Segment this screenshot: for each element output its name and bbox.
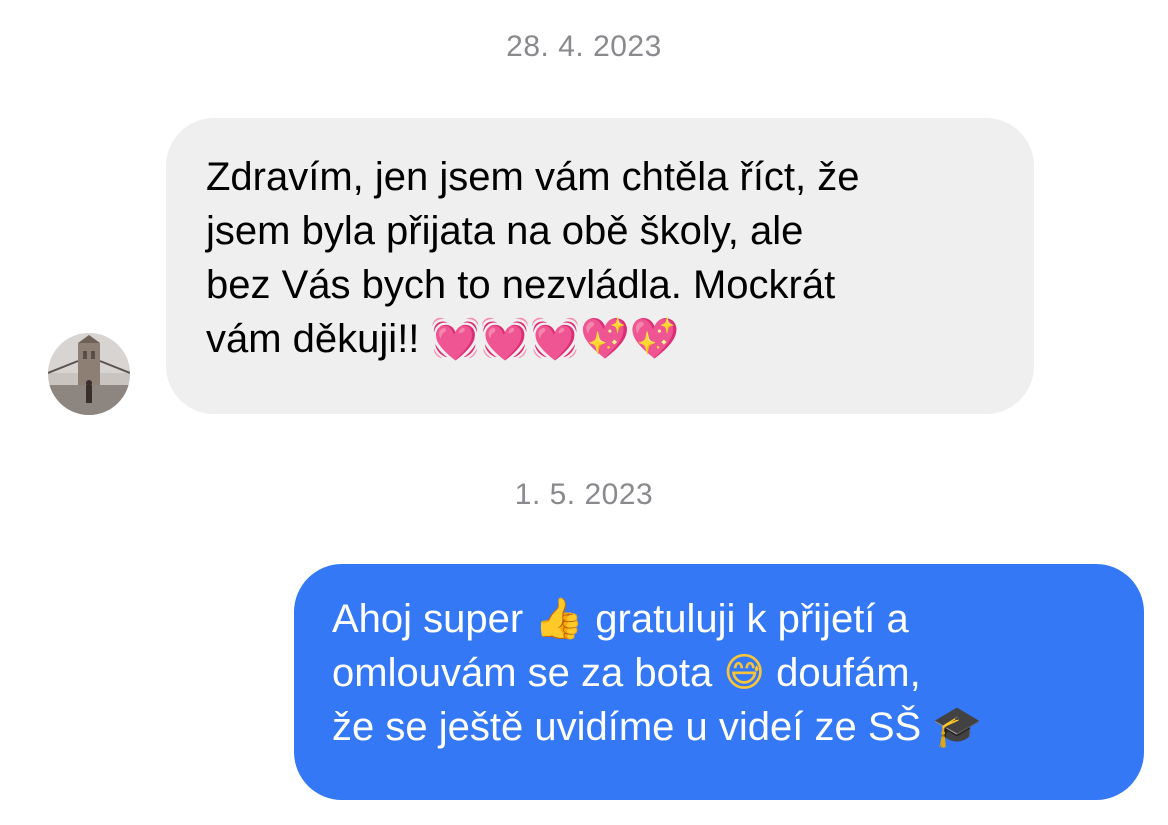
message-text-line: Ahoj super 👍 gratuluji k přijetí a — [332, 592, 1106, 646]
message-text: Ahoj super — [332, 597, 524, 641]
message-text: vám děkuji!! — [206, 317, 420, 361]
message-text: že se ještě uvidíme u videí ze SŠ — [332, 705, 922, 749]
message-text-line: omlouvám se za bota 😅 doufám, — [332, 646, 1106, 700]
message-text-line: jsem byla přijata na obě školy, ale — [206, 209, 804, 253]
avatar[interactable] — [48, 333, 130, 415]
message-text-line: Zdravím, jen jsem vám chtěla říct, že — [206, 155, 860, 199]
heart-emoji-icon: 💓💓💓💖💖 — [430, 316, 680, 362]
date-separator: 28. 4. 2023 — [506, 30, 662, 63]
sweat-smile-emoji-icon: 😅 — [723, 650, 766, 696]
message-text-line: že se ještě uvidíme u videí ze SŠ 🎓 — [332, 700, 1106, 754]
incoming-message-bubble[interactable]: Zdravím, jen jsem vám chtěla říct, že js… — [166, 118, 1034, 414]
date-separator: 1. 5. 2023 — [514, 478, 654, 511]
outgoing-message-bubble[interactable]: Ahoj super 👍 gratuluji k přijetí a omlou… — [294, 564, 1144, 800]
message-text: omlouvám se za bota — [332, 651, 713, 695]
message-text-line: bez Vás bych to nezvládla. Mockrát — [206, 263, 836, 307]
thumbs-up-emoji-icon: 👍 — [534, 596, 585, 642]
message-text: doufám, — [776, 651, 921, 695]
message-text-line: vám děkuji!! 💓💓💓💖💖 — [206, 312, 994, 366]
graduation-cap-emoji-icon: 🎓 — [932, 704, 983, 750]
profile-photo-icon — [48, 333, 130, 415]
message-text: gratuluji k přijetí a — [595, 597, 909, 641]
